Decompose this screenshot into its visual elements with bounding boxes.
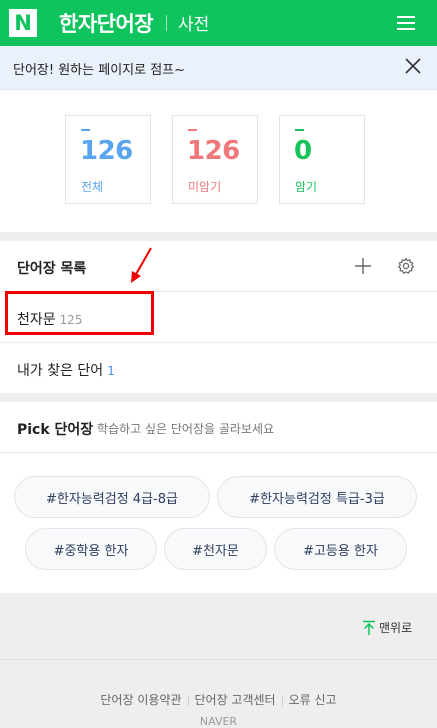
stat-dash: [81, 129, 90, 131]
stat-memorized-value: 0: [294, 136, 312, 166]
stat-total-card[interactable]: 126 전체: [65, 115, 151, 204]
tag-hanja-exam-special-3[interactable]: #한자능력검정 특급-3급: [217, 476, 417, 518]
stat-unmemorized-value: 126: [187, 136, 240, 166]
app-title[interactable]: 한자단어장: [59, 8, 154, 38]
stat-unmemorized-card[interactable]: 126 미암기: [172, 115, 258, 204]
notice-text[interactable]: 단어장! 원하는 페이지로 점프~: [13, 59, 185, 78]
gear-icon[interactable]: [397, 257, 415, 275]
tag-hanja-exam-4-8[interactable]: #한자능력검정 4급-8급: [14, 476, 210, 518]
stat-dash: [188, 129, 197, 131]
hamburger-menu-icon[interactable]: [397, 14, 415, 32]
logo-letter: N: [14, 10, 32, 35]
wordbook-count: 1: [107, 364, 115, 378]
footer-links: 단어장 이용약관 단어장 고객센터 오류 신고: [0, 691, 437, 708]
tag-cheonjamun[interactable]: #천자문: [164, 528, 267, 570]
footer: 맨위로 단어장 이용약관 단어장 고객센터 오류 신고 NAVER: [0, 593, 437, 728]
wordbook-item-label: 내가 찾은 단어 1: [17, 360, 115, 380]
stat-unmemorized-label: 미암기: [188, 180, 222, 194]
back-to-top-label: 맨위로: [379, 621, 413, 635]
naver-logo[interactable]: N: [9, 9, 37, 37]
annotation-arrow: [131, 247, 152, 283]
copyright-text: NAVER: [199, 715, 238, 728]
pick-wordbook-section: Pick 단어장 학습하고 싶은 단어장을 골라보세요 #한자능력검정 4급-8…: [0, 402, 437, 593]
annotation-highlight-box: [5, 291, 154, 335]
back-to-top-button[interactable]: 맨위로: [362, 619, 412, 636]
customer-center-link[interactable]: 단어장 고객센터: [195, 693, 276, 707]
link-separator: [187, 695, 189, 706]
dictionary-link[interactable]: 사전: [178, 10, 209, 35]
report-error-link[interactable]: 오류 신고: [289, 693, 337, 707]
close-icon[interactable]: [404, 57, 422, 75]
pick-header: Pick 단어장 학습하고 싶은 단어장을 골라보세요: [0, 402, 437, 453]
add-icon[interactable]: [354, 257, 372, 275]
tag-high-school-hanja[interactable]: #고등용 한자: [274, 528, 407, 570]
arrow-up-icon: [363, 620, 375, 635]
footer-divider: [0, 659, 437, 660]
title-divider: [166, 15, 167, 31]
stat-dash: [295, 129, 304, 131]
app-header: N 한자단어장 사전: [0, 0, 437, 46]
stat-memorized-label: 암기: [295, 180, 318, 194]
stat-total-value: 126: [80, 136, 133, 166]
link-separator: [281, 695, 283, 706]
wordbook-list-header: 단어장 목록: [0, 241, 437, 292]
wordbook-list-title: 단어장 목록: [17, 261, 87, 277]
notice-banner: 단어장! 원하는 페이지로 점프~: [0, 46, 437, 90]
stat-total-label: 전체: [81, 180, 104, 194]
pick-description: 학습하고 싶은 단어장을 골라보세요: [97, 422, 275, 436]
terms-link[interactable]: 단어장 이용약관: [100, 693, 181, 707]
wordbook-item-my-words[interactable]: 내가 찾은 단어 1: [0, 343, 437, 393]
tag-middle-school-hanja[interactable]: #중학용 한자: [25, 528, 157, 570]
pick-title: Pick 단어장: [17, 422, 94, 438]
stat-memorized-card[interactable]: 0 암기: [279, 115, 365, 204]
wordbook-name: 내가 찾은 단어: [17, 363, 104, 379]
stats-section: 126 전체 126 미암기 0 암기: [0, 90, 437, 232]
